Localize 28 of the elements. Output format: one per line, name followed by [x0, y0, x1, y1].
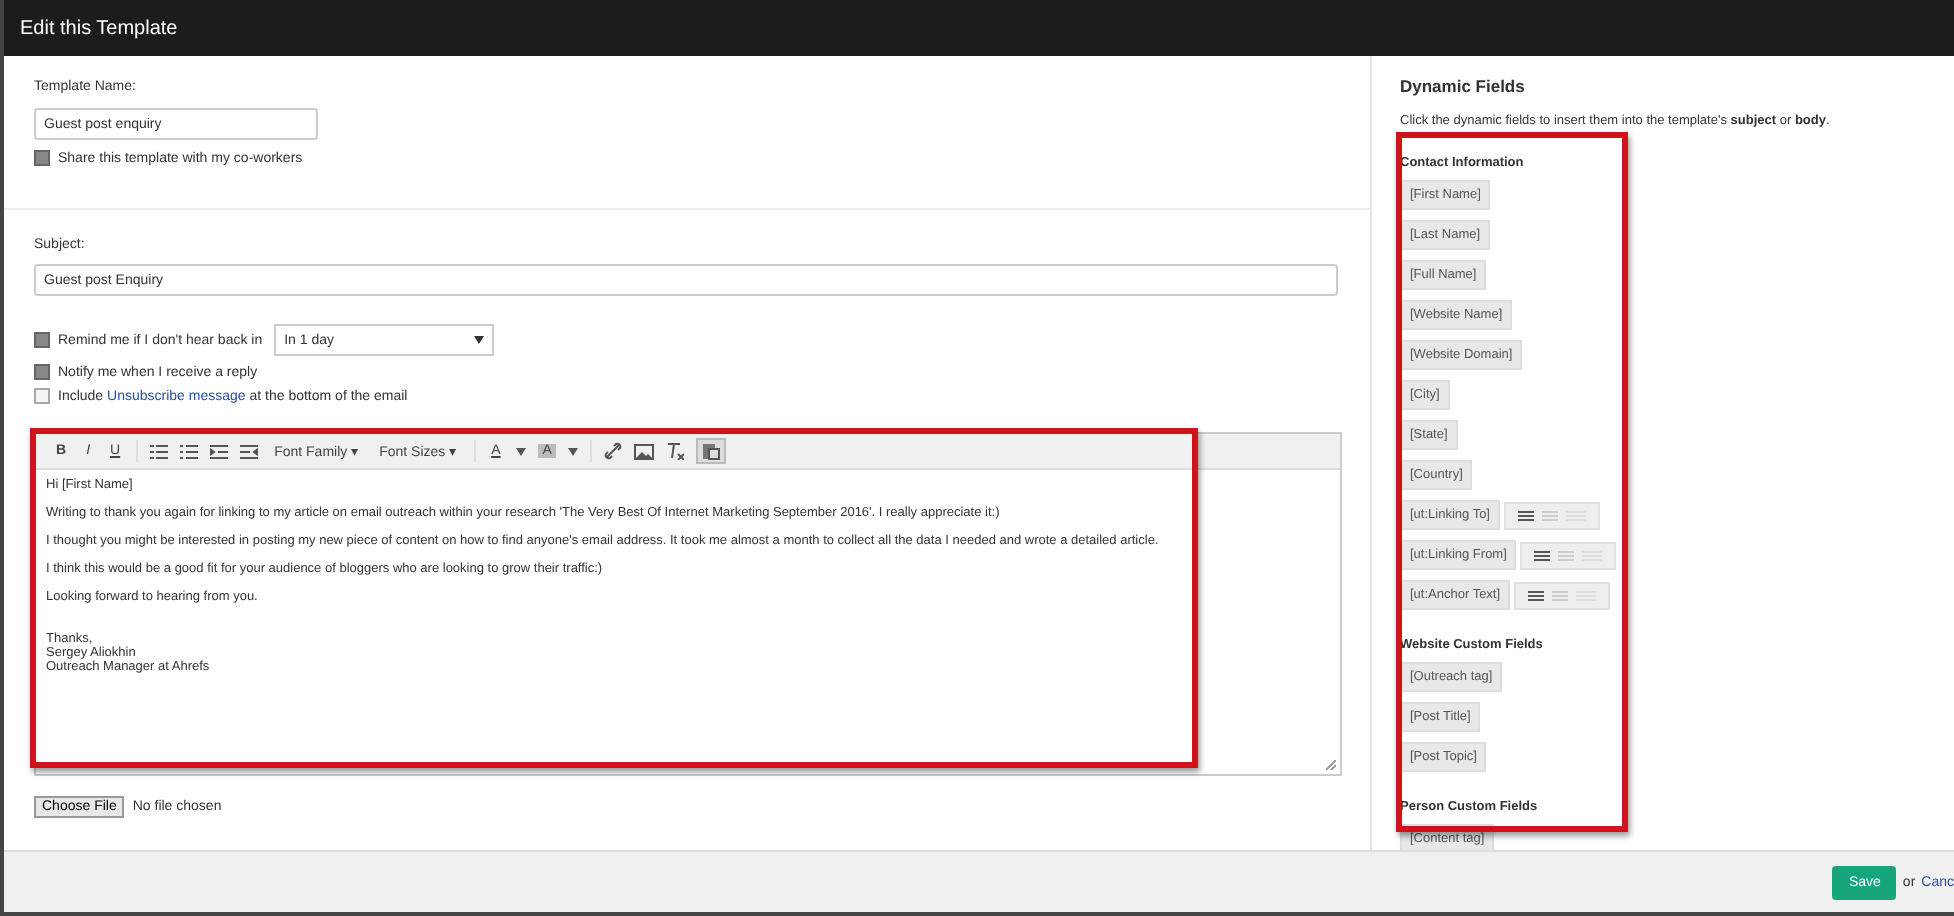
- clipboard-icon: [701, 442, 720, 460]
- caret-icon[interactable]: [567, 447, 578, 455]
- field-options[interactable]: [1504, 501, 1600, 529]
- checkbox[interactable]: [34, 332, 50, 348]
- field-options[interactable]: [1514, 581, 1611, 609]
- caret-icon[interactable]: [516, 447, 527, 455]
- checkbox[interactable]: [34, 388, 50, 404]
- list-icon: [1558, 549, 1575, 561]
- bullet-list-icon[interactable]: [180, 443, 199, 459]
- checkbox[interactable]: [34, 150, 50, 166]
- caret-icon: [474, 336, 485, 344]
- link-icon[interactable]: [603, 442, 622, 460]
- resize-grip-icon[interactable]: [1326, 760, 1336, 770]
- panel-title: Dynamic Fields: [1400, 76, 1527, 96]
- field-options[interactable]: [1520, 541, 1617, 569]
- window-title: Edit this Template: [20, 17, 178, 39]
- indent-icon[interactable]: [240, 443, 259, 459]
- outdent-icon[interactable]: [210, 443, 229, 459]
- list-icon: [1534, 549, 1551, 561]
- list-icon: [1528, 589, 1545, 601]
- image-icon[interactable]: [633, 443, 654, 459]
- paste-button[interactable]: [695, 438, 726, 464]
- checkbox[interactable]: [34, 364, 50, 380]
- list-icon: [1542, 509, 1558, 521]
- clear-formatting-icon[interactable]: [665, 442, 684, 460]
- list-icon: [1518, 509, 1534, 521]
- list-icon: [1552, 589, 1569, 601]
- numbered-list-icon[interactable]: [150, 443, 169, 459]
